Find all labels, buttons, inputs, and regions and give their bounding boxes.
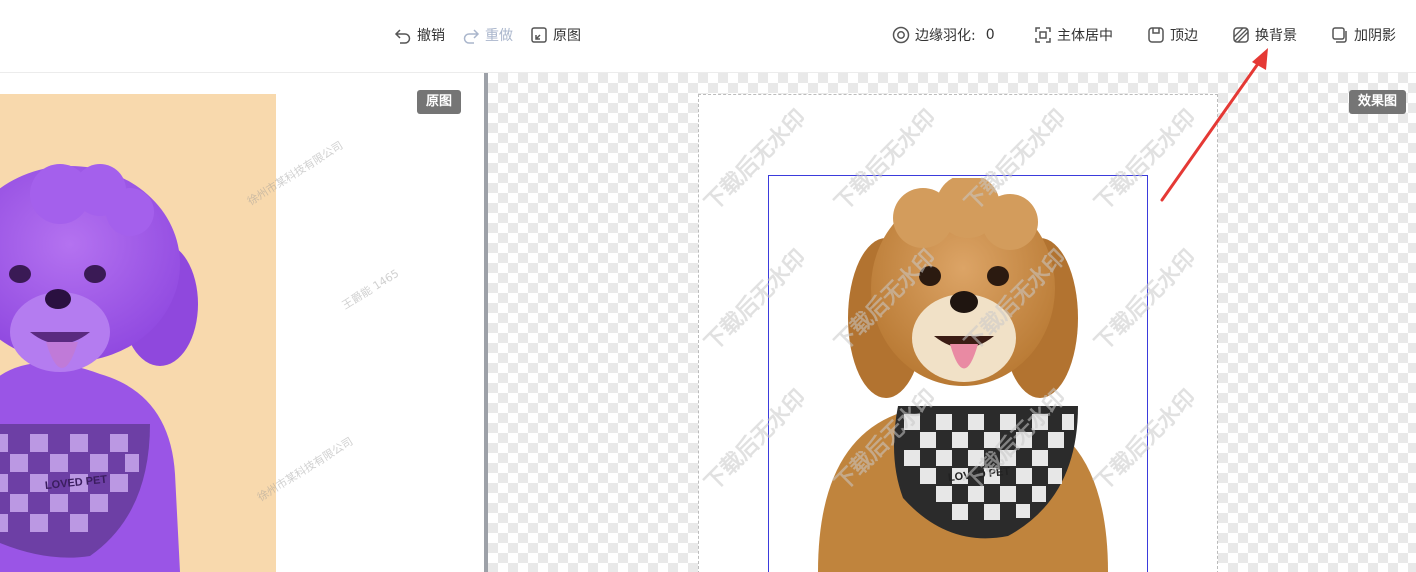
redo-button[interactable]: 重做: [462, 22, 513, 48]
original-dog-image: LOVED PET: [0, 164, 198, 572]
redo-icon: [463, 29, 480, 44]
original-label: 原图: [553, 28, 581, 44]
annotation-arrow-icon: [1160, 48, 1268, 202]
add-shadow-label: 加阴影: [1354, 28, 1396, 44]
result-badge: 效果图: [1349, 90, 1407, 114]
feather-value[interactable]: 0: [986, 27, 995, 43]
feather-icon: [892, 26, 910, 44]
subject-selection-box[interactable]: [768, 175, 1148, 572]
center-icon: [1035, 27, 1051, 43]
feather-label: 边缘羽化:: [915, 28, 976, 44]
redo-label: 重做: [485, 28, 513, 44]
feather-control[interactable]: 边缘羽化: 0: [892, 22, 995, 48]
undo-label: 撤销: [417, 28, 445, 44]
shadow-icon: [1332, 27, 1347, 43]
original-icon: [531, 27, 547, 43]
original-button[interactable]: 原图: [530, 22, 581, 48]
original-pane: LOVED PET 徐州市某科技有限公司 王爵能 1465 徐州市某科技有限公司…: [0, 73, 484, 572]
original-badge: 原图: [417, 90, 462, 114]
center-button[interactable]: 主体居中: [1034, 22, 1113, 48]
left-watermark-2: 王爵能 1465: [339, 266, 402, 313]
center-label: 主体居中: [1057, 28, 1113, 44]
original-photo: LOVED PET: [0, 94, 276, 572]
undo-button[interactable]: 撤销: [394, 22, 445, 48]
add-shadow-button[interactable]: 加阴影: [1331, 22, 1396, 48]
undo-icon: [394, 29, 411, 44]
